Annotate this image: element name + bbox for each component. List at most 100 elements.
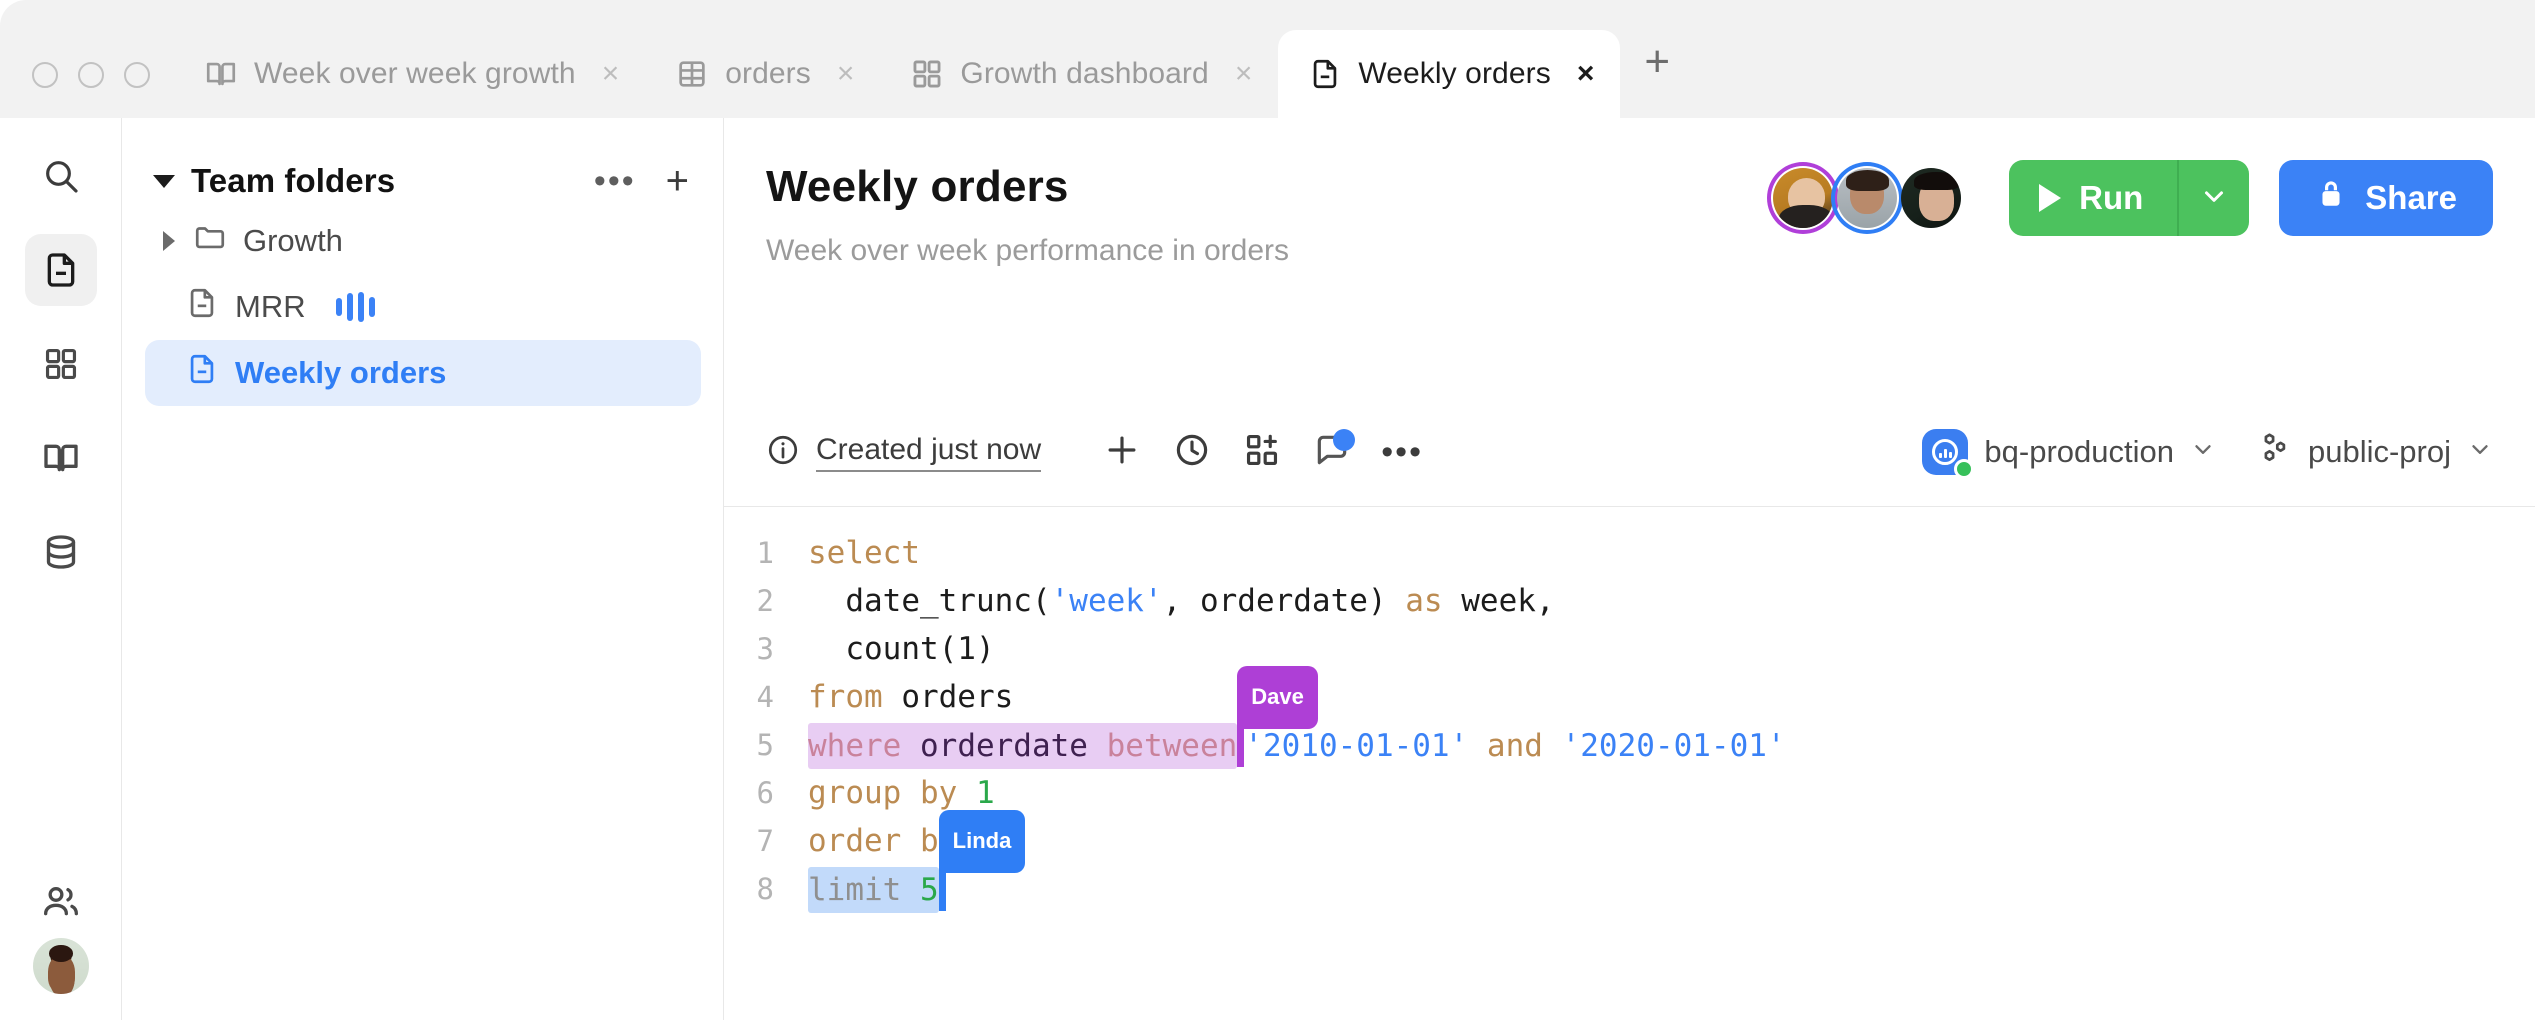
code-content[interactable]: count(1) bbox=[808, 625, 994, 673]
tree-header: Team folders ••• + bbox=[145, 154, 701, 208]
code-token: '2020-01-01' bbox=[1561, 728, 1786, 764]
project-selector[interactable]: public-proj bbox=[2256, 430, 2493, 474]
minimize-window-button[interactable] bbox=[78, 62, 104, 88]
database-icon bbox=[41, 532, 81, 572]
tab-weekly-orders[interactable]: Weekly orders × bbox=[1278, 30, 1621, 118]
rail-item-notebooks[interactable] bbox=[25, 422, 97, 494]
close-tab-icon[interactable]: × bbox=[1577, 59, 1595, 89]
chevron-right-icon[interactable] bbox=[163, 231, 175, 251]
book-icon bbox=[41, 438, 81, 478]
grid-icon bbox=[42, 345, 80, 383]
run-options-button[interactable] bbox=[2179, 160, 2249, 236]
code-content[interactable]: where orderdate between Dave '2010-01-01' … bbox=[808, 666, 1786, 770]
chevron-down-icon[interactable] bbox=[153, 174, 175, 188]
connection-selector[interactable]: bq-production bbox=[1922, 429, 2216, 479]
code-token: order by bbox=[808, 823, 958, 859]
sql-editor[interactable]: 1 select 2 date_trunc('week', orderdate)… bbox=[724, 506, 2535, 1020]
cursor-dave: Dave bbox=[1237, 666, 1318, 767]
rail-item-databases[interactable] bbox=[25, 516, 97, 588]
close-tab-icon[interactable]: × bbox=[602, 59, 620, 89]
code-token: 'week' bbox=[1050, 583, 1163, 619]
bigquery-icon bbox=[1922, 429, 1975, 479]
people-icon bbox=[41, 882, 81, 922]
add-component-button[interactable] bbox=[1227, 417, 1297, 487]
lock-icon bbox=[2315, 178, 2347, 218]
tab-label: orders bbox=[725, 57, 811, 90]
rail-item-documents[interactable] bbox=[24, 234, 97, 306]
tab-orders[interactable]: orders × bbox=[645, 30, 880, 118]
rail-item-people[interactable] bbox=[25, 866, 97, 938]
rail-item-dashboards[interactable] bbox=[25, 328, 97, 400]
code-line-5: 5 where orderdate between Dave '2010-01-01… bbox=[724, 666, 2535, 770]
code-token: date_trunc( bbox=[808, 583, 1051, 619]
code-token: orderdate bbox=[901, 728, 1107, 764]
more-options-button[interactable]: ••• bbox=[1367, 417, 1437, 487]
file-tree-panel: Team folders ••• + Growth MRR Weekly ord… bbox=[123, 118, 724, 1020]
maximize-window-button[interactable] bbox=[124, 62, 150, 88]
history-button[interactable] bbox=[1157, 417, 1227, 487]
run-button[interactable]: Run bbox=[2009, 160, 2250, 236]
book-icon bbox=[204, 57, 238, 91]
share-button-label: Share bbox=[2365, 179, 2457, 216]
code-content[interactable]: order by bbox=[808, 817, 957, 865]
code-token: select bbox=[808, 535, 920, 571]
linda-selection: limit 5 bbox=[808, 867, 939, 913]
avatar-linda[interactable] bbox=[1831, 162, 1903, 234]
line-number: 3 bbox=[756, 632, 774, 666]
run-button-main[interactable]: Run bbox=[2009, 160, 2177, 236]
chevron-down-icon bbox=[2467, 434, 2493, 470]
window-controls[interactable] bbox=[0, 62, 150, 118]
run-button-label: Run bbox=[2079, 179, 2144, 216]
plus-icon bbox=[1103, 431, 1141, 474]
current-user-avatar[interactable] bbox=[32, 938, 89, 994]
tree-item-label: Growth bbox=[243, 223, 343, 258]
tab-label: Weekly orders bbox=[1358, 57, 1551, 90]
code-line-4: 4 from orders bbox=[724, 673, 2535, 721]
code-token: '2010-01-01' bbox=[1244, 728, 1469, 764]
share-button[interactable]: Share bbox=[2279, 160, 2493, 236]
add-block-button[interactable] bbox=[1087, 417, 1157, 487]
rail-item-search[interactable] bbox=[25, 140, 97, 212]
code-content[interactable]: limit 5 Linda bbox=[808, 810, 1026, 914]
tab-strip: Week over week growth × orders × Growth … bbox=[174, 0, 1696, 118]
tree-header-actions: ••• + bbox=[594, 161, 689, 201]
code-content[interactable]: date_trunc('week', orderdate) as week, bbox=[808, 577, 1554, 625]
grid-icon bbox=[910, 57, 944, 91]
main-panel: Weekly orders Week over week performance… bbox=[724, 118, 2535, 1020]
code-token: and bbox=[1468, 728, 1562, 764]
hexagons-icon bbox=[2256, 430, 2292, 474]
icon-rail bbox=[0, 118, 122, 1020]
code-content[interactable]: select bbox=[808, 529, 920, 577]
tab-growth-dashboard[interactable]: Growth dashboard × bbox=[880, 30, 1278, 118]
close-tab-icon[interactable]: × bbox=[1235, 59, 1253, 89]
tree-item-growth[interactable]: Growth bbox=[145, 208, 701, 274]
play-icon bbox=[2039, 184, 2062, 212]
code-token: , orderdate) bbox=[1162, 583, 1406, 619]
close-window-button[interactable] bbox=[32, 62, 58, 88]
tree-more-button[interactable]: ••• bbox=[594, 163, 636, 198]
line-number: 4 bbox=[756, 680, 774, 714]
tree-item-mrr[interactable]: MRR bbox=[145, 274, 701, 340]
chevron-down-icon bbox=[2190, 434, 2216, 470]
code-token: 1 bbox=[975, 775, 995, 811]
new-tab-button[interactable]: + bbox=[1620, 40, 1696, 118]
close-tab-icon[interactable]: × bbox=[837, 59, 855, 89]
line-number: 7 bbox=[756, 824, 774, 858]
ellipsis-icon: ••• bbox=[1381, 432, 1423, 471]
code-token: from bbox=[808, 679, 883, 715]
tree-item-weekly-orders[interactable]: Weekly orders bbox=[145, 340, 701, 406]
comments-button[interactable] bbox=[1297, 417, 1367, 487]
code-token: as bbox=[1405, 583, 1443, 619]
code-token: group by bbox=[808, 775, 958, 811]
created-info[interactable]: Created just now bbox=[766, 433, 1042, 472]
tree-add-button[interactable]: + bbox=[666, 161, 689, 201]
tab-week-over-week-growth[interactable]: Week over week growth × bbox=[174, 30, 645, 118]
code-line-8: 8 limit 5 Linda bbox=[724, 810, 2535, 914]
cursor-linda: Linda bbox=[938, 810, 1026, 911]
avatar-collaborator[interactable] bbox=[1895, 162, 1967, 234]
code-content[interactable]: from orders bbox=[808, 673, 1013, 721]
code-line-1: 1 select bbox=[724, 529, 2535, 577]
avatar-dave[interactable] bbox=[1767, 162, 1839, 234]
code-line-3: 3 count(1) bbox=[724, 625, 2535, 673]
